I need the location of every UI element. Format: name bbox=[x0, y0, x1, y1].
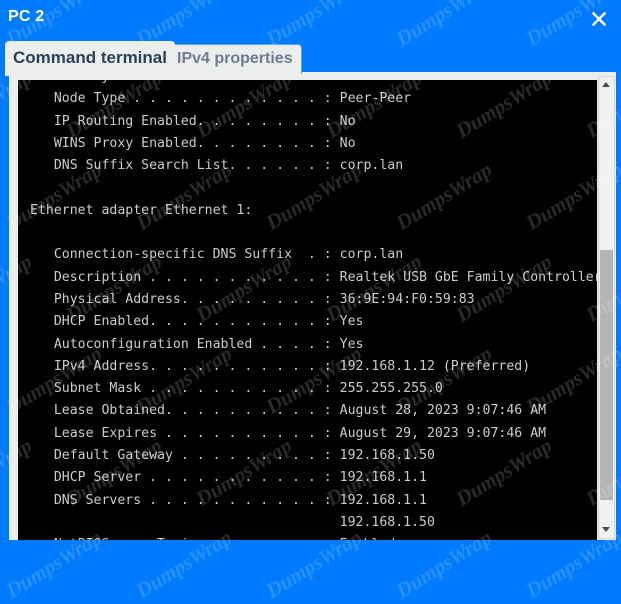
terminal-line: Default Gateway . . . . . . . . . : 192.… bbox=[30, 445, 597, 467]
scrollbar-thumb[interactable] bbox=[600, 250, 613, 500]
content-panel: Primary Dns Suffix . . . . . . . : Node … bbox=[5, 72, 616, 540]
terminal-line: NetBIOS over Tcpip. . . . . . . . : Enab… bbox=[30, 534, 597, 540]
terminal-viewport: Primary Dns Suffix . . . . . . . : Node … bbox=[18, 80, 597, 540]
terminal-line: Lease Obtained. . . . . . . . . . : Augu… bbox=[30, 400, 597, 422]
tab-strip: Command terminal IPv4 properties bbox=[0, 38, 621, 76]
chevron-down-glyph bbox=[602, 527, 610, 532]
panel-inner: Primary Dns Suffix . . . . . . . : Node … bbox=[9, 72, 616, 540]
terminal-line: 192.168.1.50 bbox=[30, 512, 597, 534]
terminal-line: DHCP Server . . . . . . . . . . . : 192.… bbox=[30, 467, 597, 489]
page-title: PC 2 bbox=[8, 7, 44, 27]
terminal-line: Description . . . . . . . . . . . : Real… bbox=[30, 267, 597, 289]
terminal-line: Ethernet adapter Ethernet 1: bbox=[30, 200, 597, 222]
command-terminal-output[interactable]: Primary Dns Suffix . . . . . . . : Node … bbox=[18, 80, 597, 540]
terminal-line: IPv4 Address. . . . . . . . . . . : 192.… bbox=[30, 356, 597, 378]
terminal-line: Primary Dns Suffix . . . . . . . : bbox=[30, 80, 597, 88]
window-title-bar: PC 2 bbox=[0, 0, 621, 38]
terminal-line: WINS Proxy Enabled. . . . . . . . : No bbox=[30, 133, 597, 155]
terminal-line: Node Type . . . . . . . . . . . . : Peer… bbox=[30, 88, 597, 110]
tab-command-terminal[interactable]: Command terminal bbox=[5, 41, 175, 76]
close-icon[interactable] bbox=[586, 6, 612, 32]
terminal-line: Subnet Mask . . . . . . . . . . . : 255.… bbox=[30, 378, 597, 400]
terminal-line bbox=[30, 222, 597, 244]
terminal-line: DHCP Enabled. . . . . . . . . . . : Yes bbox=[30, 311, 597, 333]
terminal-line bbox=[30, 177, 597, 199]
terminal-scrollbar[interactable] bbox=[598, 76, 615, 539]
chevron-up-icon[interactable] bbox=[599, 77, 614, 93]
terminal-line: DNS Servers . . . . . . . . . . . : 192.… bbox=[30, 490, 597, 512]
terminal-line: DNS Suffix Search List. . . . . . : corp… bbox=[30, 155, 597, 177]
chevron-up-glyph bbox=[602, 82, 610, 87]
terminal-line: Autoconfiguration Enabled . . . . : Yes bbox=[30, 334, 597, 356]
terminal-line: Connection-specific DNS Suffix . : corp.… bbox=[30, 244, 597, 266]
chevron-down-icon[interactable] bbox=[599, 522, 614, 538]
terminal-line: IP Routing Enabled. . . . . . . . : No bbox=[30, 111, 597, 133]
terminal-line: Lease Expires . . . . . . . . . . : Augu… bbox=[30, 423, 597, 445]
tab-ipv4-properties[interactable]: IPv4 properties bbox=[168, 44, 302, 74]
terminal-line: Physical Address. . . . . . . . . : 36:9… bbox=[30, 289, 597, 311]
